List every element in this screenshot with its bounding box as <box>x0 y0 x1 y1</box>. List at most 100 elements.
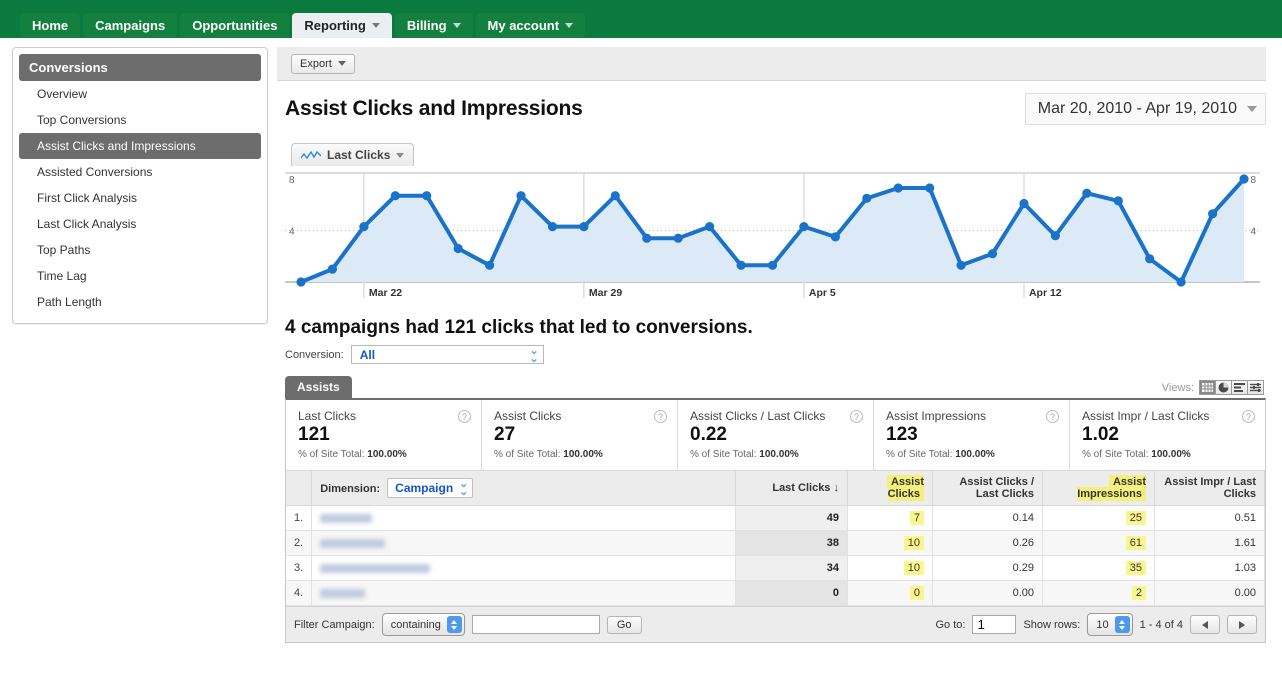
nav-tab-label: Billing <box>407 13 447 38</box>
table-head: Dimension: Campaign ⌄⌄ Last Clicks ↓ <box>286 471 1265 506</box>
table-body: 1. 49 7 0.14 25 0.51 2. 38 10 <box>286 506 1265 606</box>
row-last-clicks: 38 <box>736 531 848 556</box>
column-assist-clicks[interactable]: Assist Clicks <box>848 471 933 506</box>
sidebar-item-path-length[interactable]: Path Length <box>19 289 261 315</box>
goto-input[interactable] <box>972 615 1016 634</box>
row-campaign[interactable] <box>312 531 736 556</box>
next-page-button[interactable] <box>1227 615 1257 634</box>
row-assist-impressions: 25 <box>1043 506 1155 531</box>
metric-sub-value: 100.00% <box>955 449 994 460</box>
row-assist-clicks: 10 <box>848 531 933 556</box>
help-icon[interactable]: ? <box>850 410 863 423</box>
nav-tab-home[interactable]: Home <box>20 13 80 38</box>
sidebar-item-last-click-analysis[interactable]: Last Click Analysis <box>19 211 261 237</box>
export-button[interactable]: Export <box>291 54 355 74</box>
date-range-picker[interactable]: Mar 20, 2010 - Apr 19, 2010 <box>1025 93 1266 125</box>
cell-value: 61 <box>1126 536 1146 550</box>
dimension-value: Campaign <box>395 481 453 495</box>
conversion-label: Conversion: <box>285 349 344 361</box>
pagination-range: 1 - 4 of 4 <box>1140 619 1183 631</box>
row-assist-impr-ratio: 0.51 <box>1155 506 1265 531</box>
conversion-select[interactable]: All ⌄⌄ <box>351 345 544 364</box>
row-assist-clicks: 7 <box>848 506 933 531</box>
sidebar-item-time-lag[interactable]: Time Lag <box>19 263 261 289</box>
table-header-row: Dimension: Campaign ⌄⌄ Last Clicks ↓ <box>286 471 1265 506</box>
metric-assist-clicks-per-last-clicks: Assist Clicks / Last Clicks 0.22 % of Si… <box>678 400 874 470</box>
row-index: 1. <box>286 506 312 531</box>
sidebar-item-top-paths[interactable]: Top Paths <box>19 237 261 263</box>
nav-tab-my-account[interactable]: My account <box>476 13 586 38</box>
metric-sub-value: 100.00% <box>367 449 406 460</box>
nav-tab-opportunities[interactable]: Opportunities <box>180 13 289 38</box>
sidebar-item-assist-clicks-and-impressions[interactable]: Assist Clicks and Impressions <box>19 133 261 159</box>
show-rows-select[interactable]: 10 <box>1087 613 1132 636</box>
chart-metric-selector[interactable]: Last Clicks <box>291 143 414 166</box>
row-assist-clicks-ratio: 0.29 <box>933 556 1043 581</box>
export-toolbar: Export <box>277 47 1266 81</box>
chart-plot-area[interactable]: 4488Mar 22Mar 29Apr 5Apr 12 <box>285 165 1266 303</box>
table-row: 3. 34 10 0.29 35 1.03 <box>286 556 1265 581</box>
nav-tab-campaigns[interactable]: Campaigns <box>83 13 177 38</box>
row-campaign[interactable] <box>312 556 736 581</box>
filter-label: Filter Campaign: <box>294 619 375 631</box>
pie-view-icon[interactable] <box>1215 380 1232 395</box>
row-last-clicks: 0 <box>736 581 848 606</box>
cell-value: 10 <box>904 561 924 575</box>
column-assist-impr-per-last-clicks[interactable]: Assist Impr / Last Clicks <box>1155 471 1265 506</box>
metric-value: 121 <box>298 424 469 446</box>
cell-value: 7 <box>910 511 924 525</box>
sidebar-item-overview[interactable]: Overview <box>19 81 261 107</box>
nav-tab-label: Reporting <box>304 13 365 38</box>
column-last-clicks[interactable]: Last Clicks ↓ <box>736 471 848 506</box>
views-switcher: Views: <box>1162 380 1264 395</box>
nav-tab-billing[interactable]: Billing <box>395 13 473 38</box>
comparison-view-icon[interactable] <box>1247 380 1264 395</box>
column-label: Assist Clicks <box>887 475 924 501</box>
chevron-down-icon <box>338 61 346 66</box>
row-assist-clicks: 0 <box>848 581 933 606</box>
column-assist-impressions[interactable]: Assist Impressions <box>1043 471 1155 506</box>
sidebar-item-assisted-conversions[interactable]: Assisted Conversions <box>19 159 261 185</box>
help-icon[interactable]: ? <box>458 410 471 423</box>
table-view-icon[interactable] <box>1199 380 1216 395</box>
previous-page-button[interactable] <box>1190 615 1220 634</box>
row-campaign[interactable] <box>312 581 736 606</box>
filter-operator-select[interactable]: containing <box>382 613 465 636</box>
cell-value: 2 <box>1132 586 1146 600</box>
metric-sub-value: 100.00% <box>1151 449 1190 460</box>
redacted-campaign-name <box>320 514 372 523</box>
sidebar-item-first-click-analysis[interactable]: First Click Analysis <box>19 185 261 211</box>
metric-assist-impressions: Assist Impressions 123 % of Site Total: … <box>874 400 1070 470</box>
filter-input[interactable] <box>472 615 600 634</box>
svg-text:Mar 29: Mar 29 <box>589 287 622 299</box>
nav-tab-label: Campaigns <box>95 13 165 38</box>
filter-operator-value: containing <box>391 619 441 631</box>
tab-assists[interactable]: Assists <box>285 376 352 398</box>
goto-label: Go to: <box>936 619 966 631</box>
page-body: Conversions Overview Top Conversions Ass… <box>0 38 1282 678</box>
nav-tab-reporting[interactable]: Reporting <box>292 13 391 38</box>
help-icon[interactable]: ? <box>1242 410 1255 423</box>
row-assist-impr-ratio: 1.61 <box>1155 531 1265 556</box>
nav-tab-label: My account <box>488 13 560 38</box>
filter-go-button[interactable]: Go <box>607 616 642 634</box>
help-icon[interactable]: ? <box>1046 410 1059 423</box>
metric-subtext: % of Site Total: 100.00% <box>886 449 1057 460</box>
metric-name: Last Clicks <box>298 409 469 423</box>
metric-sub-prefix: % of Site Total: <box>1082 449 1151 460</box>
export-button-label: Export <box>300 58 332 70</box>
row-last-clicks: 49 <box>736 506 848 531</box>
row-campaign[interactable] <box>312 506 736 531</box>
redacted-campaign-name <box>320 564 430 573</box>
chevron-left-icon <box>1202 621 1208 629</box>
metric-value: 123 <box>886 424 1057 446</box>
dimension-select[interactable]: Campaign ⌄⌄ <box>387 478 473 498</box>
column-assist-clicks-per-last-clicks[interactable]: Assist Clicks / Last Clicks <box>933 471 1043 506</box>
metric-sub-prefix: % of Site Total: <box>494 449 563 460</box>
bar-view-icon[interactable] <box>1231 380 1248 395</box>
chevron-down-icon <box>1247 106 1257 112</box>
sidebar-item-top-conversions[interactable]: Top Conversions <box>19 107 261 133</box>
chart-metric-label: Last Clicks <box>327 148 390 162</box>
help-icon[interactable]: ? <box>654 410 667 423</box>
row-assist-clicks: 10 <box>848 556 933 581</box>
